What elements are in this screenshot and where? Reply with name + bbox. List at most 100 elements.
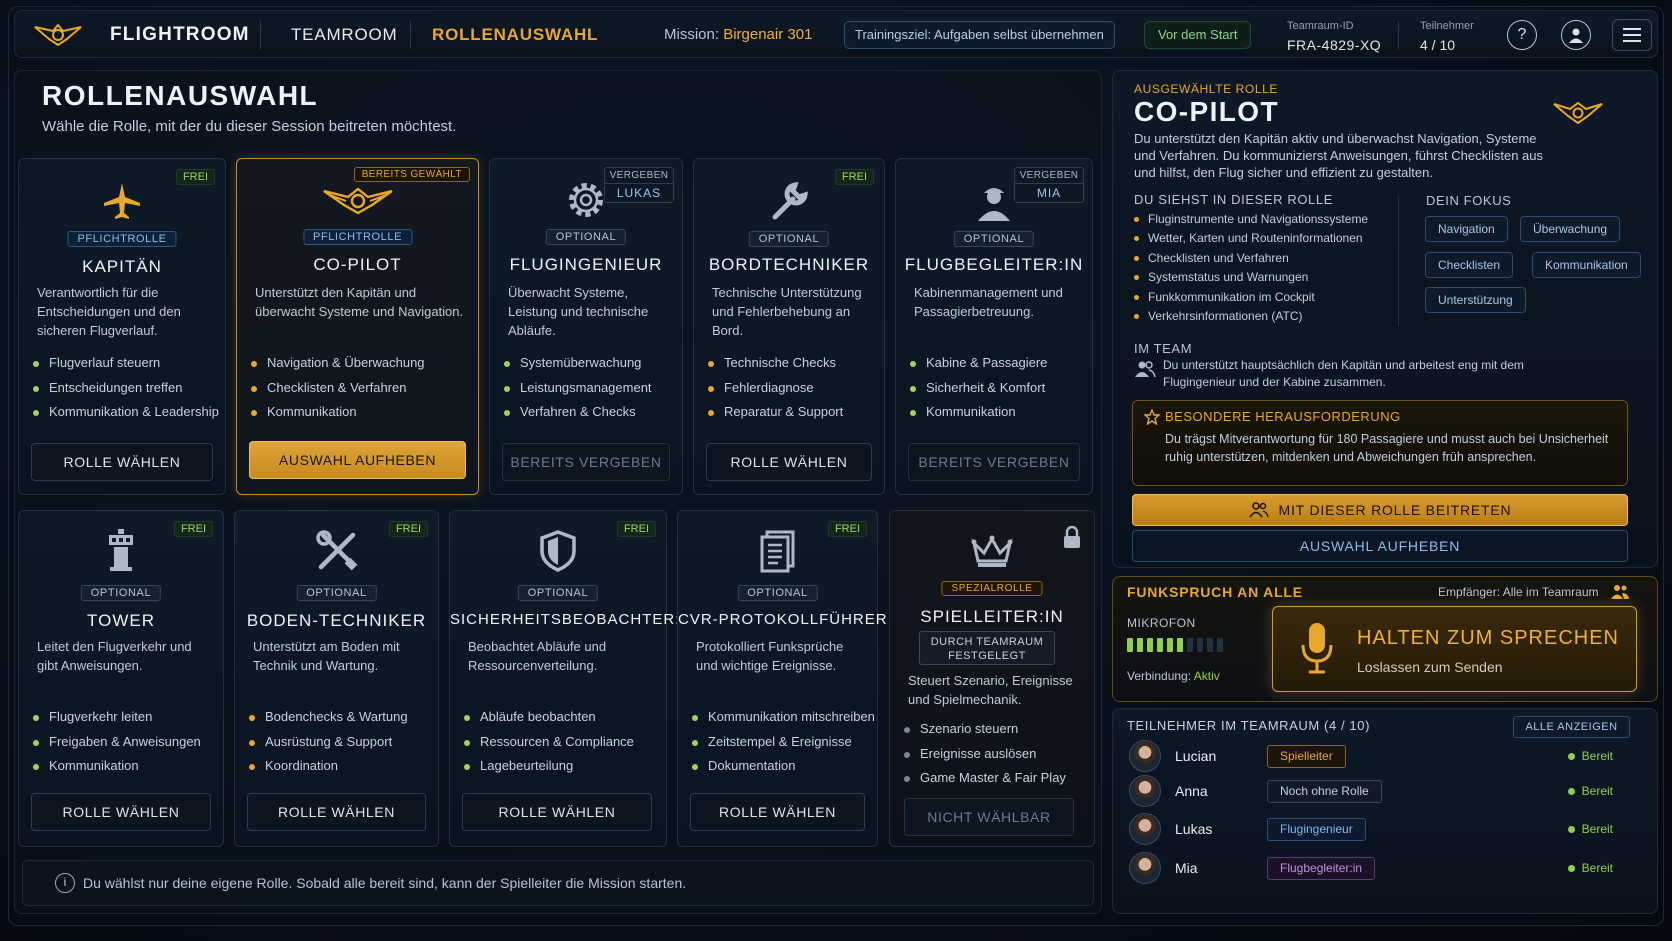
lock-icon bbox=[1064, 525, 1080, 548]
card-feature-list: Systemüberwachung Leistungsmanagement Ve… bbox=[504, 355, 652, 429]
card-title: FLUGBEGLEITER:IN bbox=[904, 255, 1084, 274]
participant-row: Lukas Flugingenieur Bereit bbox=[1127, 813, 1643, 847]
card-feature-list: Navigation & Überwachung Checklisten & V… bbox=[251, 355, 425, 429]
mic-level-bar bbox=[1187, 638, 1193, 652]
list-item: Systemüberwachung bbox=[504, 355, 652, 380]
list-item: Funkkommunikation im Cockpit bbox=[1134, 290, 1368, 309]
list-item: Kommunikation bbox=[910, 404, 1047, 429]
card-title: TOWER bbox=[87, 611, 155, 630]
tools-icon bbox=[315, 530, 357, 571]
role-card-boden-techniker[interactable]: FREI OPTIONAL BODEN-TECHNIKER Unterstütz… bbox=[234, 510, 439, 847]
taken-label: VERGEBEN bbox=[1015, 168, 1083, 184]
choose-role-button[interactable]: ROLLE WÄHLEN bbox=[462, 793, 652, 831]
participant-status: Bereit bbox=[1567, 822, 1613, 836]
tower-icon bbox=[109, 529, 133, 571]
top-bar: FLIGHTROOM TEAMROOM ROLLENAUSWAHL Missio… bbox=[14, 10, 1658, 58]
help-icon[interactable]: ? bbox=[1507, 20, 1537, 50]
list-item: Koordination bbox=[249, 758, 408, 783]
taken-by-user: MIA bbox=[1036, 186, 1062, 200]
card-title: SPIELLEITER:IN bbox=[920, 607, 1064, 626]
list-item: Ressourcen & Compliance bbox=[464, 734, 634, 759]
participants-label: Teilnehmer bbox=[1420, 20, 1474, 32]
list-item: Checklisten & Verfahren bbox=[251, 380, 425, 405]
menu-button[interactable] bbox=[1612, 19, 1652, 51]
participant-row: Mia Flugbegleiter:in Bereit bbox=[1127, 852, 1643, 886]
team-icon bbox=[1248, 502, 1269, 518]
card-description: Unterstützt den Kapitän und überwacht Sy… bbox=[255, 285, 464, 319]
wrench-icon bbox=[772, 182, 808, 220]
list-item: Lagebeurteilung bbox=[464, 758, 634, 783]
role-card-flugbegleiter[interactable]: VERGEBEN MIA OPTIONAL FLUGBEGLEITER:IN K… bbox=[895, 158, 1093, 495]
document-icon bbox=[760, 530, 794, 573]
choose-role-button[interactable]: ROLLE WÄHLEN bbox=[690, 793, 865, 831]
deselect-button[interactable]: AUSWAHL AUFHEBEN bbox=[249, 441, 466, 479]
divider bbox=[1398, 21, 1399, 49]
challenge-title: BESONDERE HERAUSFORDERUNG bbox=[1165, 409, 1401, 424]
list-item: Checklisten und Verfahren bbox=[1134, 251, 1368, 270]
nav-rollenauswahl[interactable]: ROLLENAUSWAHL bbox=[432, 25, 598, 45]
taken-badge: VERGEBEN MIA bbox=[1014, 167, 1084, 203]
role-card-tower[interactable]: FREI OPTIONAL TOWER Leitet den Flugverke… bbox=[18, 510, 224, 847]
nav-teamroom[interactable]: TEAMROOM bbox=[291, 25, 398, 45]
list-item: Game Master & Fair Play bbox=[904, 770, 1066, 795]
participant-row: Anna Noch ohne Rolle Bereit bbox=[1127, 775, 1643, 809]
mic-level-bar bbox=[1147, 638, 1153, 652]
free-badge: FREI bbox=[173, 521, 213, 537]
challenge-text: Du trägst Mitverantwortung für 180 Passa… bbox=[1165, 432, 1609, 464]
role-card-sicherheitsbeobachter[interactable]: FREI OPTIONAL SICHERHEITSBEOBACHTER:IN B… bbox=[449, 510, 696, 847]
card-description: Kabinenmanagement und Passagierbetreuung… bbox=[914, 285, 1063, 319]
optional-tag: OPTIONAL bbox=[953, 231, 1035, 247]
list-item: Ereignisse auslösen bbox=[904, 746, 1066, 771]
choose-role-button[interactable]: ROLLE WÄHLEN bbox=[31, 443, 213, 481]
card-title: BORDTECHNIKER bbox=[708, 255, 870, 274]
brand-name[interactable]: FLIGHTROOM bbox=[110, 24, 250, 46]
free-badge: FREI bbox=[834, 169, 874, 185]
card-description: Leitet den Flugverkehr und gibt Anweisun… bbox=[37, 639, 192, 673]
sees-list: Fluginstrumente und Navigationssysteme W… bbox=[1134, 212, 1368, 328]
choose-role-button[interactable]: ROLLE WÄHLEN bbox=[247, 793, 426, 831]
free-badge: FREI bbox=[616, 521, 656, 537]
list-item: Flugverlauf steuern bbox=[33, 355, 219, 380]
choose-role-button[interactable]: ROLLE WÄHLEN bbox=[706, 443, 872, 481]
show-all-button[interactable]: ALLE ANZEIGEN bbox=[1513, 716, 1630, 738]
gear-icon bbox=[569, 183, 603, 217]
taken-label: VERGEBEN bbox=[605, 168, 673, 184]
join-with-role-button[interactable]: MIT DIESER ROLLE BEITRETEN bbox=[1132, 494, 1628, 526]
choose-role-button[interactable]: ROLLE WÄHLEN bbox=[31, 793, 211, 831]
card-feature-list: Szenario steuern Ereignisse auslösen Gam… bbox=[904, 721, 1066, 795]
optional-tag: OPTIONAL bbox=[737, 585, 818, 601]
not-selectable-button: NICHT WÄHLBAR bbox=[904, 798, 1074, 836]
role-card-bordtechniker[interactable]: FREI OPTIONAL BORDTECHNIKER Technische U… bbox=[693, 158, 885, 495]
clear-selection-button[interactable]: AUSWAHL AUFHEBEN bbox=[1132, 530, 1628, 562]
participant-name: Mia bbox=[1175, 860, 1198, 876]
sees-heading: DU SIEHST IN DIESER ROLLE bbox=[1134, 192, 1333, 207]
participants-count: 4 / 10 bbox=[1420, 37, 1456, 53]
avatar bbox=[1129, 813, 1161, 845]
participant-role-badge: Flugingenieur bbox=[1267, 818, 1366, 841]
already-taken-button: BEREITS VERGEBEN bbox=[502, 443, 670, 481]
participant-row: Lucian Spielleiter Bereit bbox=[1127, 740, 1643, 774]
role-card-flugingenieur[interactable]: VERGEBEN LUKAS OPTIONAL FLUGINGENIEUR Üb… bbox=[489, 158, 683, 495]
team-icon bbox=[1135, 361, 1156, 378]
list-item: Kabine & Passagiere bbox=[910, 355, 1047, 380]
wings-icon bbox=[322, 187, 393, 215]
already-chosen-badge: BEREITS GEWÄHLT bbox=[353, 167, 470, 182]
divider bbox=[410, 21, 411, 49]
role-card-cvr-protokollfuehrer[interactable]: FREI OPTIONAL CVR-PROTOKOLLFÜHRER:IN Pro… bbox=[677, 510, 909, 847]
push-to-talk-button[interactable]: HALTEN ZUM SPRECHEN Loslassen zum Senden bbox=[1272, 606, 1637, 692]
role-card-kapitaen[interactable]: FREI PFLICHTROLLE KAPITÄN Verantwortlich… bbox=[18, 158, 226, 495]
status-badge: Vor dem Start bbox=[1144, 21, 1252, 49]
participant-role-badge: Noch ohne Rolle bbox=[1267, 780, 1382, 803]
user-icon[interactable] bbox=[1561, 20, 1591, 50]
optional-tag: OPTIONAL bbox=[517, 585, 599, 601]
list-item: Systemstatus und Warnungen bbox=[1134, 270, 1368, 289]
free-badge: FREI bbox=[175, 169, 215, 185]
role-card-co-pilot[interactable]: BEREITS GEWÄHLT PFLICHTROLLE CO-PILOT Un… bbox=[236, 158, 479, 495]
list-item: Fluginstrumente und Navigationssysteme bbox=[1134, 212, 1368, 231]
attendant-icon bbox=[978, 188, 1010, 221]
avatar bbox=[1129, 852, 1161, 884]
connection-status: Verbindung: Aktiv bbox=[1127, 669, 1220, 683]
selected-role-title: CO-PILOT bbox=[1134, 96, 1279, 127]
radio-receiver: Empfänger: Alle im Teamraum bbox=[1438, 585, 1599, 599]
mission-info: Mission: Birgenair 301 bbox=[664, 26, 812, 43]
